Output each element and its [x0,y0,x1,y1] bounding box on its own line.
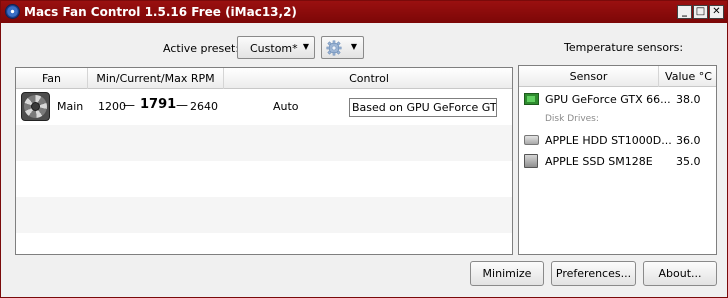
minimize-button[interactable]: Minimize [470,261,544,286]
gear-icon [326,40,342,56]
about-button[interactable]: About... [643,261,717,286]
sensor-value: 35.0 [676,155,701,168]
empty-row [16,161,512,197]
preset-settings-button[interactable]: ▼ [321,36,364,59]
fan-table[interactable]: Fan Min/Current/Max RPM Control Main 120… [15,67,513,255]
window-title: Macs Fan Control 1.5.16 Free (iMac13,2) [24,5,297,19]
rpm-separator: — [176,98,188,112]
sensor-name: GPU GeForce GTX 66... [545,93,671,106]
sensor-row-ssd[interactable]: APPLE SSD SM128E 35.0 [519,151,716,171]
title-bar[interactable]: Macs Fan Control 1.5.16 Free (iMac13,2) … [1,1,727,23]
hard-drive-icon [524,135,539,145]
rpm-current: 1791 [140,97,177,112]
sensor-table-header: Sensor Value °C [519,66,716,87]
app-logo-icon[interactable] [5,4,20,19]
sensor-name: APPLE HDD ST1000D... [545,134,672,147]
preferences-button[interactable]: Preferences... [551,261,636,286]
gpu-icon [524,93,539,105]
window-minimize-button[interactable]: _ [677,5,692,19]
disk-drives-group-label: Disk Drives: [545,114,599,124]
preset-selected-value: Custom* [250,42,298,55]
sensor-name: APPLE SSD SM128E [545,155,653,168]
column-header-value[interactable]: Value °C [659,66,716,87]
column-header-control[interactable]: Control [224,68,512,89]
fan-name: Main [57,100,84,113]
empty-row [16,125,512,161]
rpm-max: 2640 [190,100,218,113]
app-window: Macs Fan Control 1.5.16 Free (iMac13,2) … [0,0,728,298]
rpm-min: 1200 [98,100,126,113]
control-custom-button[interactable]: Based on GPU GeForce GTX... [349,98,497,117]
preset-dropdown[interactable]: Custom* ▼ [237,36,315,59]
window-maximize-button[interactable]: □ [693,5,708,19]
chevron-down-icon: ▼ [302,42,309,51]
sensor-value: 36.0 [676,134,701,147]
sensor-row-gpu[interactable]: GPU GeForce GTX 66... 38.0 [519,89,716,109]
sensor-table[interactable]: Sensor Value °C GPU GeForce GTX 66... 38… [518,65,717,255]
column-header-fan[interactable]: Fan [16,68,88,89]
active-preset-label: Active preset: [163,42,240,55]
empty-row [16,233,512,254]
fan-row-main[interactable]: Main 1200 — 1791 — 2640 Auto Based on GP… [16,89,512,125]
temperature-sensors-title: Temperature sensors: [564,41,684,54]
sensor-group-header: Disk Drives: [519,109,716,129]
fan-table-header: Fan Min/Current/Max RPM Control [16,68,512,89]
window-close-button[interactable]: ✕ [709,5,724,19]
fan-icon [21,92,50,121]
ssd-icon [524,154,538,168]
empty-row [16,197,512,233]
column-header-sensor[interactable]: Sensor [519,66,659,87]
sensor-value: 38.0 [676,93,701,106]
column-header-rpm[interactable]: Min/Current/Max RPM [88,68,224,89]
sensor-row-hdd[interactable]: APPLE HDD ST1000D... 36.0 [519,130,716,150]
control-auto-button[interactable]: Auto [273,100,299,113]
chevron-down-icon: ▼ [350,42,357,51]
rpm-separator: — [123,98,135,112]
